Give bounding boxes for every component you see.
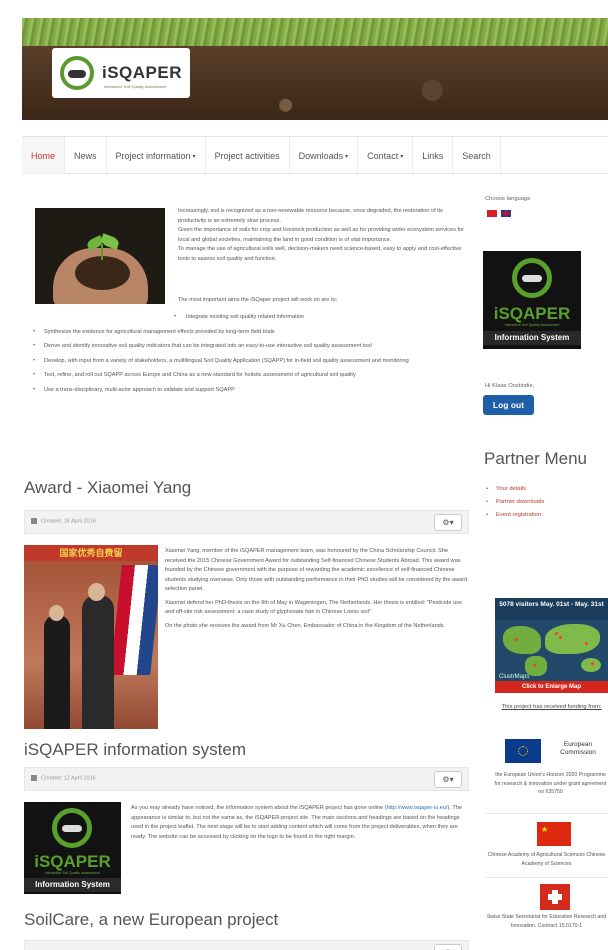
language-flags bbox=[487, 210, 511, 217]
partner-menu-item-your-details[interactable]: Your details bbox=[484, 486, 544, 492]
main-nav: Home News Project information ▾ Project a… bbox=[22, 136, 608, 175]
article-paragraph: Xiaomei defend her PhD-thesis on the 9th… bbox=[165, 599, 463, 616]
visitor-map[interactable]: 5078 visitors May. 01st - May. 31st Clus… bbox=[495, 598, 608, 693]
article-paragraph: On the photo she receives the award from… bbox=[165, 622, 446, 629]
visitor-count: 5078 visitors May. 01st - May. 31st bbox=[495, 598, 608, 620]
banner-grass bbox=[22, 18, 608, 46]
isqaper-info-system-logo[interactable]: iSQAPER Interactive Soil Quality Assessm… bbox=[24, 802, 121, 894]
swiss-flag-icon bbox=[540, 884, 570, 910]
sidebar-isqaper-logo[interactable]: iSQAPER Interactive Soil Quality Assessm… bbox=[483, 251, 581, 349]
list-item: Integrate existing soil quality related … bbox=[24, 313, 460, 323]
caret-down-icon: ▾ bbox=[345, 153, 349, 160]
divider bbox=[485, 877, 608, 878]
list-item: Derive and identify innovative soil qual… bbox=[24, 342, 460, 352]
cn-funding-text: Chinese Academy of Agricultural Sciences… bbox=[487, 852, 606, 867]
partner-menu: Your details Partner downloads Event reg… bbox=[484, 486, 544, 525]
china-flag-icon: ★ bbox=[537, 822, 571, 846]
nav-item-downloads[interactable]: Downloads ▾ bbox=[290, 137, 359, 175]
article-title[interactable]: Award - Xiaomei Yang bbox=[24, 478, 191, 498]
caret-down-icon: ▾ bbox=[449, 775, 454, 784]
partner-menu-item-partner-downloads[interactable]: Partner downloads bbox=[484, 499, 544, 505]
gear-icon: ⚙ bbox=[442, 518, 450, 527]
list-item: Develop, with input from a variety of st… bbox=[24, 357, 460, 367]
site-logo[interactable]: iSQAPER Interactive Soil Quality Assessm… bbox=[52, 48, 190, 98]
logo-text: iSQAPER bbox=[102, 63, 183, 82]
logo-mark-icon bbox=[60, 56, 94, 90]
info-system-link[interactable]: http://www.isqaper-is.eu/ bbox=[387, 805, 448, 811]
article-tools-button[interactable]: ⚙▾ bbox=[434, 514, 462, 531]
list-item: Synthesize the evidence for agricultural… bbox=[24, 328, 460, 338]
nav-item-project-activities[interactable]: Project activities bbox=[206, 137, 290, 175]
eu-label: European Commission bbox=[560, 741, 596, 756]
intro-paragraph: To manage the use of agricultural soils … bbox=[178, 246, 462, 262]
calendar-icon bbox=[31, 775, 37, 781]
nav-item-news[interactable]: News bbox=[65, 137, 107, 175]
created-date: Created: 18 April 2016 bbox=[41, 518, 96, 525]
article-meta-bar: Created: 18 April 2016 ⚙▾ bbox=[24, 510, 469, 534]
list-item: Test, refine, and roll out SQAPP across … bbox=[24, 371, 460, 381]
article-title[interactable]: iSQAPER information system bbox=[24, 740, 246, 760]
list-item: Use a trans-disciplinary, multi-actor ap… bbox=[24, 386, 460, 396]
uk-flag-icon[interactable] bbox=[501, 210, 511, 217]
caret-down-icon: ▾ bbox=[449, 518, 454, 527]
map-brand: ClustrMaps bbox=[499, 674, 530, 680]
header-banner: iSQAPER Interactive Soil Quality Assessm… bbox=[22, 18, 608, 120]
photo-sign: 国家优秀自费留 bbox=[24, 545, 158, 561]
article-body: Xiaomei Yang, member of the iSQAPER mana… bbox=[165, 547, 470, 635]
nav-item-links[interactable]: Links bbox=[413, 137, 454, 175]
calendar-icon bbox=[31, 518, 37, 524]
nav-item-project-information[interactable]: Project information ▾ bbox=[107, 137, 206, 175]
intro-text: Increasingly, soil is recognized as a no… bbox=[178, 207, 468, 264]
soil-hands-image bbox=[35, 208, 165, 304]
funding-title: This project has received funding from: bbox=[501, 704, 602, 710]
article-paragraph: Xiaomei Yang, member of the iSQAPER mana… bbox=[165, 548, 468, 592]
greeting-text: Hi Klaas Oostindie, bbox=[485, 383, 535, 389]
logo-mark-icon bbox=[512, 258, 552, 298]
article-body: As you may already have noticed, the inf… bbox=[131, 805, 463, 840]
created-date: Created: 12 April 2016 bbox=[41, 775, 96, 782]
gear-icon: ⚙ bbox=[442, 775, 450, 784]
intro-paragraph: Increasingly, soil is recognized as a no… bbox=[178, 208, 443, 224]
caret-down-icon: ▾ bbox=[192, 153, 196, 160]
article-meta-bar: Created: 12 April 2016 ⚙▾ bbox=[24, 767, 469, 791]
article-meta-bar: ⚙ bbox=[24, 940, 469, 950]
partner-menu-item-event-registration[interactable]: Event registration bbox=[484, 512, 544, 518]
caret-down-icon: ▾ bbox=[400, 153, 404, 160]
nav-item-home[interactable]: Home bbox=[22, 137, 66, 175]
eu-flag-icon bbox=[505, 739, 541, 763]
nav-item-search[interactable]: Search bbox=[453, 137, 501, 175]
partner-menu-title: Partner Menu bbox=[484, 449, 587, 468]
divider bbox=[485, 813, 608, 814]
aims-list: Integrate existing soil quality related … bbox=[24, 313, 460, 400]
logo-mark-icon bbox=[52, 808, 92, 848]
nav-item-contact[interactable]: Contact ▾ bbox=[358, 137, 414, 175]
article-title[interactable]: SoilCare, a new European project bbox=[24, 910, 278, 930]
eu-funding-text: the European Union's Horizon 2020 Progra… bbox=[494, 772, 607, 795]
aims-lead: The most important aims the iSQaper proj… bbox=[178, 297, 338, 303]
intro-paragraph: Given the importance of soils for crop a… bbox=[178, 227, 465, 243]
article-tools-button[interactable]: ⚙▾ bbox=[434, 771, 462, 788]
china-flag-icon[interactable] bbox=[487, 210, 497, 217]
award-photo: 国家优秀自费留 bbox=[24, 545, 158, 729]
logout-button[interactable]: Log out bbox=[483, 395, 534, 415]
logo-tagline: Interactive Soil Quality Assessment bbox=[104, 84, 167, 89]
article-tools-button[interactable]: ⚙ bbox=[434, 944, 462, 950]
enlarge-map-button[interactable]: Click to Enlarge Map bbox=[495, 681, 608, 693]
ch-funding-text: Swiss State Secretariat for Education Re… bbox=[486, 914, 607, 929]
choose-language-label: Choose language bbox=[485, 196, 531, 202]
